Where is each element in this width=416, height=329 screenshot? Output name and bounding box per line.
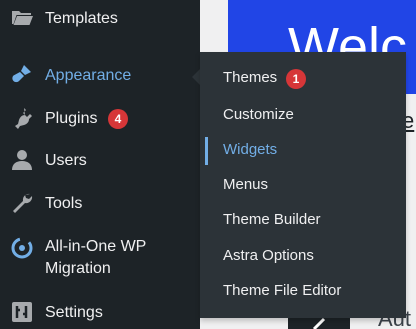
submenu-item-label: Menus [223,176,269,193]
sidebar-item-users[interactable]: Users [0,140,200,180]
sidebar-item-label-line1: All-in-One WP [45,238,147,255]
sidebar-item-label: Plugins [45,110,98,127]
paintbrush-icon [10,62,34,86]
submenu-item-widgets[interactable]: Widgets [200,133,406,167]
submenu-item-label: Themes [223,69,278,86]
submenu-item-menus[interactable]: Menus [200,168,406,202]
submenu-item-astra-options[interactable]: Astra Options [200,239,406,273]
hover-indicator [205,137,208,165]
sidebar-item-label: Users [45,152,87,169]
settings-icon [10,300,34,324]
sidebar-item-label: Appearance [45,67,132,84]
sidebar-item-plugins[interactable]: Plugins 4 [0,98,200,138]
sidebar-item-label: Tools [45,195,83,212]
admin-sidebar: Templates Appearance Plugins 4 Users Too… [0,0,200,329]
submenu-item-label: Theme Builder [223,211,321,228]
update-count-badge: 4 [108,109,128,129]
submenu-item-label: Customize [223,106,294,123]
sidebar-item-label-line2: Migration [45,260,111,277]
submenu-item-theme-builder[interactable]: Theme Builder [200,203,406,237]
submenu-item-label: Theme File Editor [223,282,342,299]
sidebar-item-tools[interactable]: Tools [0,183,200,223]
submenu-item-themes[interactable]: Themes 1 [200,61,406,95]
flyout-pointer [192,69,200,85]
submenu-item-theme-file-editor[interactable]: Theme File Editor [200,274,406,308]
sidebar-item-appearance[interactable]: Appearance [0,56,200,96]
sidebar-item-all-in-one-wp-migration[interactable]: All-in-One WP Migration [0,226,200,284]
sidebar-item-templates[interactable]: Templates [0,0,200,40]
sidebar-item-settings[interactable]: Settings [0,292,200,329]
migration-icon [10,236,34,260]
folder-icon [10,6,34,30]
sidebar-item-label: Templates [45,10,118,27]
submenu-item-customize[interactable]: Customize [200,98,406,132]
wrench-icon [10,191,34,215]
background-icon-tile [288,317,350,329]
chevron-icon [312,317,326,329]
plugin-icon [10,106,34,130]
theme-update-badge: 1 [286,69,306,89]
appearance-submenu: Themes 1 Customize Widgets Menus Theme B… [200,52,406,318]
sidebar-item-label: Settings [45,304,103,321]
submenu-item-label: Astra Options [223,247,314,264]
users-icon [10,148,34,172]
submenu-item-label: Widgets [223,141,278,158]
